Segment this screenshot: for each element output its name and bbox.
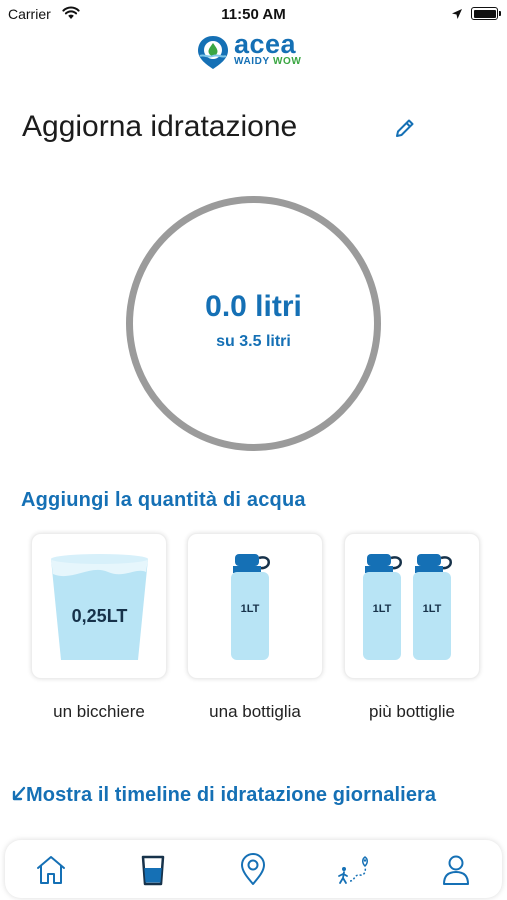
bottle-b-volume-label: 1LT	[423, 603, 442, 615]
bottle-volume-label: 1LT	[241, 603, 260, 615]
status-bar: Carrier 11:50 AM	[0, 0, 507, 28]
tab-map[interactable]	[233, 850, 273, 890]
option-glass-card[interactable]: 0,25LT	[31, 533, 167, 679]
logo-subtitle: WAIDY WOW	[234, 56, 302, 67]
hydration-current: 0.0 litri	[205, 290, 302, 323]
bottle-icon: 1LT	[231, 554, 270, 660]
profile-icon	[443, 855, 469, 885]
app-logo: acea WAIDY WOW	[196, 29, 316, 70]
glass-volume-label: 0,25LT	[72, 606, 128, 626]
page-title: Aggiorna idratazione	[22, 110, 298, 143]
option-bottle-card[interactable]: 1LT	[187, 533, 323, 679]
map-pin-icon	[241, 853, 265, 885]
battery-icon	[471, 7, 501, 20]
location-arrow-icon	[451, 7, 463, 25]
option-bottles-card[interactable]: 1LT 1LT	[344, 533, 480, 679]
option-bottles-caption: più bottiglie	[368, 702, 455, 721]
option-glass-caption: un bicchiere	[53, 702, 145, 721]
option-bottle-caption: una bottiglia	[209, 702, 301, 721]
bottles-icon: 1LT 1LT	[363, 554, 452, 660]
water-glass-icon	[141, 855, 165, 886]
bottle-a-volume-label: 1LT	[373, 603, 392, 615]
logo-pin-icon	[196, 34, 230, 75]
arrow-down-left-icon	[12, 786, 26, 801]
edit-goal-button[interactable]	[393, 116, 417, 140]
clock: 11:50 AM	[221, 6, 286, 23]
glass-icon: 0,25LT	[51, 554, 148, 660]
tab-hydration[interactable]	[133, 850, 173, 890]
walk-route-icon	[338, 856, 368, 884]
tab-home[interactable]	[31, 850, 71, 890]
home-icon	[37, 856, 65, 884]
pencil-icon	[396, 119, 414, 137]
tab-walk-route[interactable]	[335, 850, 375, 890]
tab-profile[interactable]	[436, 850, 476, 890]
add-water-heading: Aggiungi la quantità di acqua	[21, 489, 306, 511]
tab-bar	[5, 840, 502, 898]
timeline-link[interactable]: Mostra il timeline di idratazione giorna…	[12, 784, 436, 807]
hydration-goal: su 3.5 litri	[216, 333, 291, 350]
timeline-link-label: Mostra il timeline di idratazione giorna…	[26, 784, 437, 806]
